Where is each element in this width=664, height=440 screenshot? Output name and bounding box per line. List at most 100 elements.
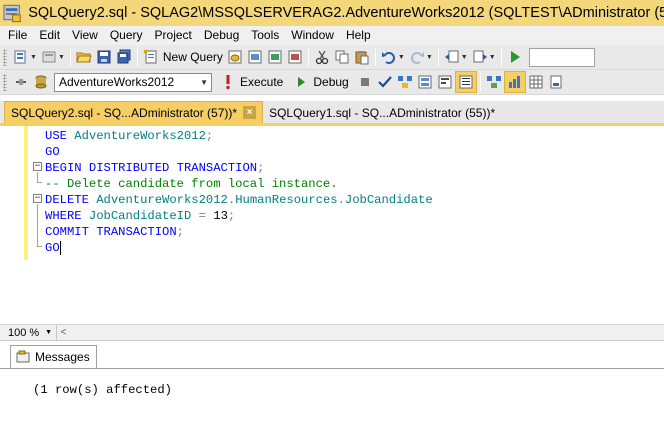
code-token: BEGIN DISTRIBUTED TRANSACTION: [45, 161, 258, 175]
code-token: .: [337, 193, 345, 207]
code-line[interactable]: DELETE AdventureWorks2012.HumanResources…: [45, 192, 433, 208]
display-estimated-plan-button[interactable]: [395, 71, 415, 93]
query-options-button[interactable]: [415, 71, 435, 93]
collapse-icon[interactable]: −: [33, 162, 42, 171]
code-line[interactable]: GO: [45, 144, 60, 160]
start-debugging-icon: [510, 51, 520, 63]
results-to-file-button[interactable]: [546, 71, 566, 93]
chevron-down-icon: ▼: [30, 53, 37, 61]
code-token: DELETE: [45, 193, 97, 207]
results-to-text-button[interactable]: [454, 71, 477, 93]
parse-button[interactable]: [375, 71, 395, 93]
database-engine-query-button[interactable]: [225, 46, 245, 68]
code-line[interactable]: BEGIN DISTRIBUTED TRANSACTION;: [45, 160, 264, 176]
menu-view[interactable]: View: [66, 26, 104, 45]
menu-project[interactable]: Project: [149, 26, 198, 45]
tab-sqlquery2[interactable]: SQLQuery2.sql - SQ...ADministrator (57))…: [4, 101, 264, 123]
document-tab-strip: SQLQuery2.sql - SQ...ADministrator (57))…: [0, 101, 664, 123]
analysis-dmx-query-icon: [268, 50, 282, 64]
include-actual-plan-button[interactable]: [484, 71, 504, 93]
include-client-statistics-button[interactable]: [503, 71, 526, 93]
code-line[interactable]: GO: [45, 240, 60, 256]
open-file-button[interactable]: [74, 46, 94, 68]
connect-button[interactable]: [11, 71, 31, 93]
messages-tab-label: Messages: [35, 350, 90, 364]
save-all-button[interactable]: [114, 46, 134, 68]
code-line[interactable]: -- Delete candidate from local instance.: [45, 176, 338, 192]
code-token: GO: [45, 145, 60, 159]
scroll-left-button[interactable]: <: [56, 325, 70, 340]
change-connection-button[interactable]: [31, 71, 51, 93]
toolbar-grip[interactable]: [3, 48, 7, 66]
collapse-icon[interactable]: −: [33, 194, 42, 203]
outline-line: [37, 246, 42, 247]
execute-button[interactable]: Execute: [218, 71, 285, 93]
menu-help[interactable]: Help: [340, 26, 377, 45]
menu-edit[interactable]: Edit: [33, 26, 66, 45]
start-debugging-button[interactable]: [505, 46, 525, 68]
copy-icon: [335, 50, 349, 64]
tab-label: SQLQuery1.sql - SQ...ADministrator (55))…: [269, 105, 496, 120]
results-to-text-icon: [459, 75, 473, 89]
query-options-icon: [418, 75, 432, 89]
analysis-mdx-query-button[interactable]: [245, 46, 265, 68]
horizontal-scrollbar[interactable]: [70, 325, 664, 340]
estimated-plan-icon: [397, 76, 412, 88]
menu-debug[interactable]: Debug: [198, 26, 245, 45]
available-databases-select[interactable]: AdventureWorks2012 ▼: [54, 72, 212, 92]
change-tracking-bar: [24, 126, 28, 260]
analysis-mdx-query-icon: [248, 50, 262, 64]
navigate-backward-icon: [444, 50, 459, 63]
code-token: HumanResources: [235, 193, 338, 207]
code-line[interactable]: USE AdventureWorks2012;: [45, 128, 213, 144]
tab-messages[interactable]: Messages: [10, 345, 97, 368]
code-token: =: [191, 209, 214, 223]
code-line[interactable]: COMMIT TRANSACTION;: [45, 224, 184, 240]
toolbar-separator: [374, 48, 376, 66]
new-query-button[interactable]: New Query: [141, 46, 225, 68]
navigate-backward-button[interactable]: ▼: [442, 46, 470, 68]
copy-button[interactable]: [332, 46, 352, 68]
message-text: (1 row(s) affected): [33, 383, 172, 397]
menu-window[interactable]: Window: [285, 26, 340, 45]
analysis-dmx-query-button[interactable]: [265, 46, 285, 68]
find-input[interactable]: [528, 47, 595, 67]
intellisense-button[interactable]: [435, 71, 455, 93]
new-project-button[interactable]: ▼: [11, 46, 39, 68]
outline-line: [37, 182, 42, 183]
analysis-xmla-query-button[interactable]: [285, 46, 305, 68]
add-item-icon: [42, 51, 56, 63]
chevron-down-icon: ▼: [397, 53, 405, 61]
toolbar-separator: [307, 48, 309, 66]
code-token: JobCandidateID: [88, 209, 192, 223]
cancel-query-button[interactable]: [355, 71, 375, 93]
new-project-icon: [14, 50, 26, 64]
close-icon[interactable]: ×: [243, 106, 257, 119]
results-to-grid-button[interactable]: [526, 71, 546, 93]
tab-sqlquery1[interactable]: SQLQuery1.sql - SQ...ADministrator (55))…: [263, 102, 501, 123]
paste-button[interactable]: [352, 46, 372, 68]
debug-button[interactable]: Debug: [291, 71, 350, 93]
toolbar-grip[interactable]: [3, 73, 7, 91]
code-line[interactable]: WHERE JobCandidateID = 13;: [45, 208, 235, 224]
change-connection-icon: [35, 75, 47, 89]
cut-button[interactable]: [312, 46, 332, 68]
save-button[interactable]: [94, 46, 114, 68]
redo-button[interactable]: ▼: [407, 46, 435, 68]
add-item-button[interactable]: ▼: [39, 46, 67, 68]
outline-line: [37, 204, 38, 246]
navigate-forward-button[interactable]: ▼: [470, 46, 498, 68]
zoom-select[interactable]: 100 % ▼: [0, 325, 56, 340]
outline-line: [37, 172, 38, 182]
connect-icon: [16, 79, 26, 85]
undo-icon: [381, 52, 395, 64]
undo-button[interactable]: ▼: [379, 46, 407, 68]
code-token: WHERE: [45, 209, 89, 223]
analysis-xmla-query-icon: [288, 50, 302, 64]
menu-bar: File Edit View Query Project Debug Tools…: [0, 26, 664, 45]
menu-file[interactable]: File: [0, 26, 33, 45]
menu-query[interactable]: Query: [104, 26, 149, 45]
menu-tools[interactable]: Tools: [245, 26, 285, 45]
code-token: GO: [45, 241, 60, 255]
query-editor[interactable]: − − USE AdventureWorks2012; GO BEGIN DISTR…: [0, 126, 664, 324]
